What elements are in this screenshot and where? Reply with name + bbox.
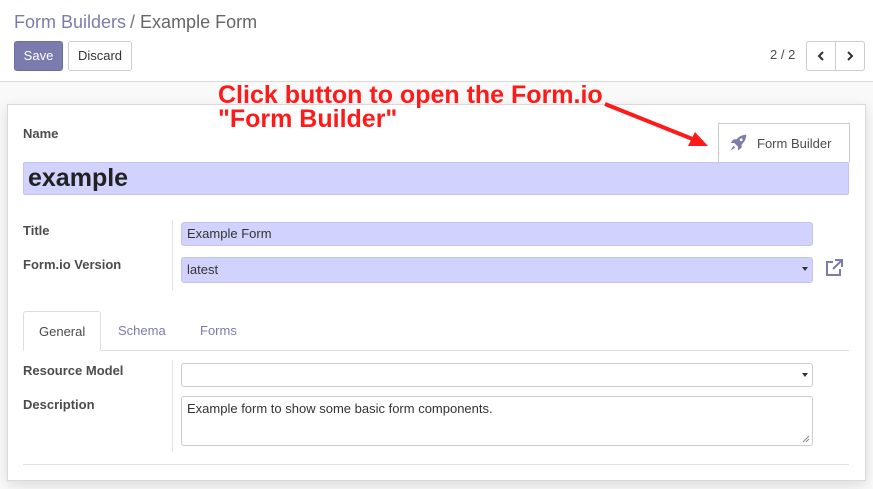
general-column-separator xyxy=(172,360,173,452)
description-label: Description xyxy=(23,397,95,412)
chevron-left-icon xyxy=(817,51,824,61)
formio-version-value: latest xyxy=(187,262,219,277)
pager-value[interactable]: 2 / 2 xyxy=(770,47,795,62)
resource-model-label: Resource Model xyxy=(23,363,124,378)
dropdown-caret-icon xyxy=(802,373,808,377)
breadcrumb-current: Example Form xyxy=(140,12,258,32)
pager-previous-button[interactable] xyxy=(806,41,836,71)
description-textarea[interactable]: Example form to show some basic form com… xyxy=(181,396,813,446)
name-input[interactable]: example xyxy=(23,162,849,195)
title-input[interactable]: Example Form xyxy=(181,222,813,246)
breadcrumb-form-builders-link[interactable]: Form Builders xyxy=(14,12,126,32)
discard-button[interactable]: Discard xyxy=(68,41,132,71)
dropdown-caret-icon xyxy=(802,267,808,271)
title-label: Title xyxy=(23,223,50,238)
chevron-right-icon xyxy=(847,51,854,61)
pager-next-button[interactable] xyxy=(835,41,865,71)
save-button[interactable]: Save xyxy=(14,41,63,71)
breadcrumb: Form Builders / Example Form xyxy=(14,12,257,33)
form-builder-button-label: Form Builder xyxy=(757,135,832,151)
section-divider xyxy=(23,464,849,465)
annotation-arrow-icon xyxy=(604,102,708,146)
tab-forms[interactable]: Forms xyxy=(185,311,252,351)
formio-version-label: Form.io Version xyxy=(23,257,122,272)
tab-schema[interactable]: Schema xyxy=(103,311,181,351)
resource-model-select[interactable] xyxy=(181,363,813,387)
annotation-callout: Click button to open the Form.io "Form B… xyxy=(218,81,603,133)
tab-general[interactable]: General xyxy=(23,311,102,351)
form-builder-button[interactable]: Form Builder xyxy=(718,123,850,163)
breadcrumb-separator: / xyxy=(130,12,136,32)
annotation-line-1: Click button to open the Form.io xyxy=(218,81,603,109)
description-value: Example form to show some basic form com… xyxy=(187,401,493,416)
rocket-icon xyxy=(730,134,747,151)
field-column-separator xyxy=(172,220,173,290)
name-label: Name xyxy=(23,126,59,141)
formio-version-select[interactable]: latest xyxy=(181,257,813,283)
annotation-line-2: "Form Builder" xyxy=(218,105,398,133)
external-link-icon[interactable] xyxy=(824,258,844,278)
resize-grip-icon[interactable] xyxy=(802,435,810,443)
control-panel: Form Builders / Example Form Save Discard … xyxy=(0,0,873,82)
